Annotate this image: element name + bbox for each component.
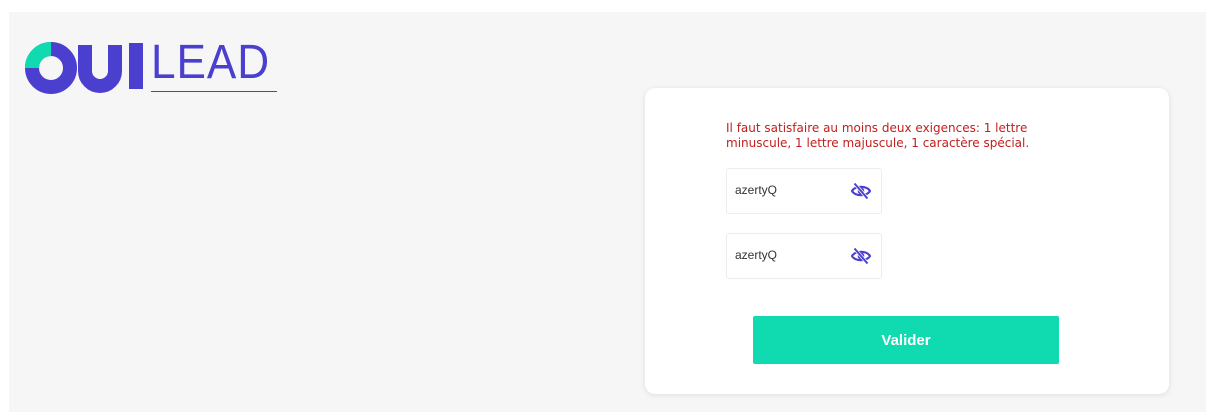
logo-lead-text: LEAD xyxy=(151,36,271,89)
password-requirements-error: Il faut satisfaire au moins deux exigenc… xyxy=(726,121,1030,150)
submit-button[interactable]: Valider xyxy=(753,316,1059,364)
new-password-input[interactable] xyxy=(735,183,845,197)
new-password-field xyxy=(726,168,882,214)
eye-slash-icon[interactable] xyxy=(851,247,871,265)
eye-slash-icon[interactable] xyxy=(851,182,871,200)
logo-oui-mark xyxy=(25,42,143,94)
password-reset-card: Il faut satisfaire au moins deux exigenc… xyxy=(645,88,1169,394)
confirm-password-input[interactable] xyxy=(735,248,845,262)
confirm-password-field xyxy=(726,233,882,279)
logo-underline xyxy=(151,91,277,92)
oui-lead-logo: LEAD xyxy=(25,39,285,109)
page-background: LEAD Il faut satisfaire au moins deux ex… xyxy=(9,12,1206,412)
